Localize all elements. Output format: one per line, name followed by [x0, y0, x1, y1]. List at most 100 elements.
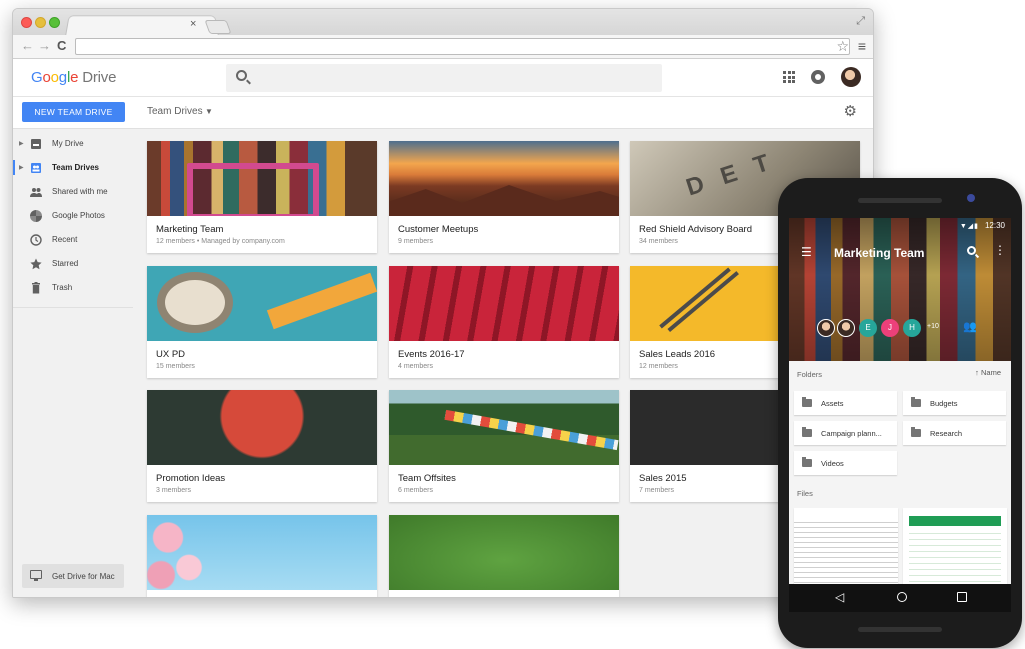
folder-item[interactable]: Videos: [794, 451, 897, 475]
members-more-count[interactable]: +10: [927, 323, 939, 330]
add-member-icon[interactable]: 👥: [963, 320, 977, 333]
card-meta: 15 members: [156, 363, 195, 370]
card-meta: 34 members: [639, 238, 678, 245]
sidebar-item-recent[interactable]: Recent: [13, 229, 133, 251]
files-header: Files: [797, 489, 813, 498]
new-team-drive-button[interactable]: NEW TEAM DRIVE: [22, 102, 125, 122]
card-thumbnail: [389, 390, 619, 465]
status-icons: ▼◢▮: [959, 223, 979, 230]
minimize-window-button[interactable]: [35, 17, 46, 28]
apps-grid-icon[interactable]: [783, 71, 795, 83]
folder-icon: [911, 427, 921, 437]
more-vert-icon[interactable]: ⋮: [994, 244, 1006, 256]
breadcrumb[interactable]: Team Drives: [147, 106, 203, 117]
team-drive-card[interactable]: UX PD 15 members: [147, 266, 377, 378]
phone-device: ▼◢▮ 12:30 ☰ Marketing Team ⋮ E J H +10 👥…: [778, 178, 1022, 648]
bookmark-star-icon[interactable]: ☆: [836, 38, 849, 54]
title-bar: × ⤢: [13, 9, 873, 36]
clock-icon: [30, 234, 42, 246]
card-thumbnail: [389, 515, 619, 590]
search-icon: [236, 70, 247, 81]
expand-arrow-icon[interactable]: ▶: [19, 164, 24, 171]
card-thumbnail: [389, 266, 619, 341]
back-arrow-icon[interactable]: ←: [21, 39, 34, 53]
trash-icon: [32, 282, 40, 294]
member-avatar[interactable]: E: [859, 319, 877, 337]
sidebar-item-my-drive[interactable]: ▶ My Drive: [13, 133, 133, 155]
folder-item[interactable]: Assets: [794, 391, 897, 415]
team-drive-card[interactable]: Promotion Ideas 3 members: [147, 390, 377, 502]
hamburger-menu-icon[interactable]: ☰: [801, 246, 812, 258]
card-title: Red Shield Advisory Board: [639, 224, 753, 235]
nav-home-icon[interactable]: [897, 592, 907, 602]
sidebar-item-label: Starred: [52, 259, 79, 268]
team-drive-card[interactable]: [147, 515, 377, 597]
file-thumbnail-doc[interactable]: [794, 508, 898, 588]
folder-item[interactable]: Campaign plann...: [794, 421, 897, 445]
gear-icon[interactable]: ⚙: [844, 104, 857, 119]
avatar[interactable]: [841, 67, 861, 87]
card-title: Marketing Team: [156, 224, 224, 235]
status-time: 12:30: [984, 221, 1005, 230]
file-thumbnail-sheet[interactable]: [903, 508, 1007, 588]
expand-arrow-icon[interactable]: ▶: [19, 140, 24, 147]
card-meta: 12 members • Managed by company.com: [156, 238, 285, 245]
card-meta: 7 members: [639, 487, 675, 494]
phone-speaker: [858, 198, 942, 203]
app-header: Google Drive: [13, 59, 873, 97]
nav-back-icon[interactable]: ◁: [835, 590, 844, 604]
get-drive-for-mac-button[interactable]: Get Drive for Mac: [22, 564, 124, 588]
sidebar-item-label: Google Photos: [52, 211, 105, 220]
card-meta: 6 members: [398, 487, 434, 494]
sort-by-name-button[interactable]: ↑ Name: [975, 368, 1001, 377]
sidebar-item-label: Trash: [52, 283, 73, 292]
forward-arrow-icon[interactable]: →: [38, 39, 51, 53]
card-meta: 3 members: [156, 487, 192, 494]
maximize-window-button[interactable]: [49, 17, 60, 28]
nav-recents-icon[interactable]: [957, 592, 967, 602]
team-drive-card[interactable]: [389, 515, 619, 597]
close-window-button[interactable]: [21, 17, 32, 28]
folders-header: Folders: [797, 370, 823, 379]
browser-menu-icon[interactable]: ≡: [858, 38, 866, 54]
team-drive-hero: [789, 218, 1011, 361]
team-drive-card[interactable]: Customer Meetups 9 members: [389, 141, 619, 253]
search-icon[interactable]: [967, 246, 976, 255]
new-tab-button[interactable]: [204, 20, 232, 34]
member-avatar[interactable]: J: [881, 319, 899, 337]
sidebar-item-starred[interactable]: Starred: [13, 253, 133, 275]
page-title: Marketing Team: [834, 246, 925, 260]
member-avatar[interactable]: H: [903, 319, 921, 337]
tab-close-icon[interactable]: ×: [190, 18, 196, 30]
card-thumbnail: [147, 266, 377, 341]
sidebar: ▶ My Drive ▶ Team Drives Shared with me …: [13, 129, 133, 597]
folder-item[interactable]: Budgets: [903, 391, 1006, 415]
sidebar-item-label: Recent: [52, 235, 78, 244]
card-meta: 4 members: [398, 363, 434, 370]
notifications-icon[interactable]: [811, 70, 825, 84]
team-drive-card[interactable]: Team Offsites 6 members: [389, 390, 619, 502]
sidebar-item-team-drives[interactable]: ▶ Team Drives: [13, 157, 133, 179]
member-avatar[interactable]: [837, 319, 855, 337]
card-title: Sales 2015: [639, 473, 687, 484]
browser-toolbar: ← → C ☆ ≡: [13, 35, 873, 59]
team-drive-card[interactable]: Events 2016-17 4 members: [389, 266, 619, 378]
sidebar-item-trash[interactable]: Trash: [13, 277, 133, 299]
sidebar-item-google-photos[interactable]: Google Photos: [13, 205, 133, 227]
card-thumbnail: [147, 515, 377, 590]
fullscreen-icon[interactable]: ⤢: [856, 15, 865, 28]
member-avatar[interactable]: [817, 319, 835, 337]
address-bar[interactable]: [75, 38, 850, 55]
chevron-down-icon[interactable]: ▼: [205, 107, 213, 116]
sidebar-item-shared-with-me[interactable]: Shared with me: [13, 181, 133, 203]
phone-screen: ▼◢▮ 12:30 ☰ Marketing Team ⋮ E J H +10 👥…: [789, 218, 1011, 612]
drive-icon: [31, 139, 41, 149]
team-drives-grid: Marketing Team 12 members • Managed by c…: [133, 129, 873, 597]
folder-item[interactable]: Research: [903, 421, 1006, 445]
google-drive-logo[interactable]: Google Drive: [31, 69, 116, 86]
reload-icon[interactable]: C: [57, 39, 66, 53]
sidebar-item-label: My Drive: [52, 139, 84, 148]
monitor-icon: [30, 570, 42, 581]
search-input[interactable]: [226, 64, 662, 92]
team-drive-card[interactable]: Marketing Team 12 members • Managed by c…: [147, 141, 377, 253]
